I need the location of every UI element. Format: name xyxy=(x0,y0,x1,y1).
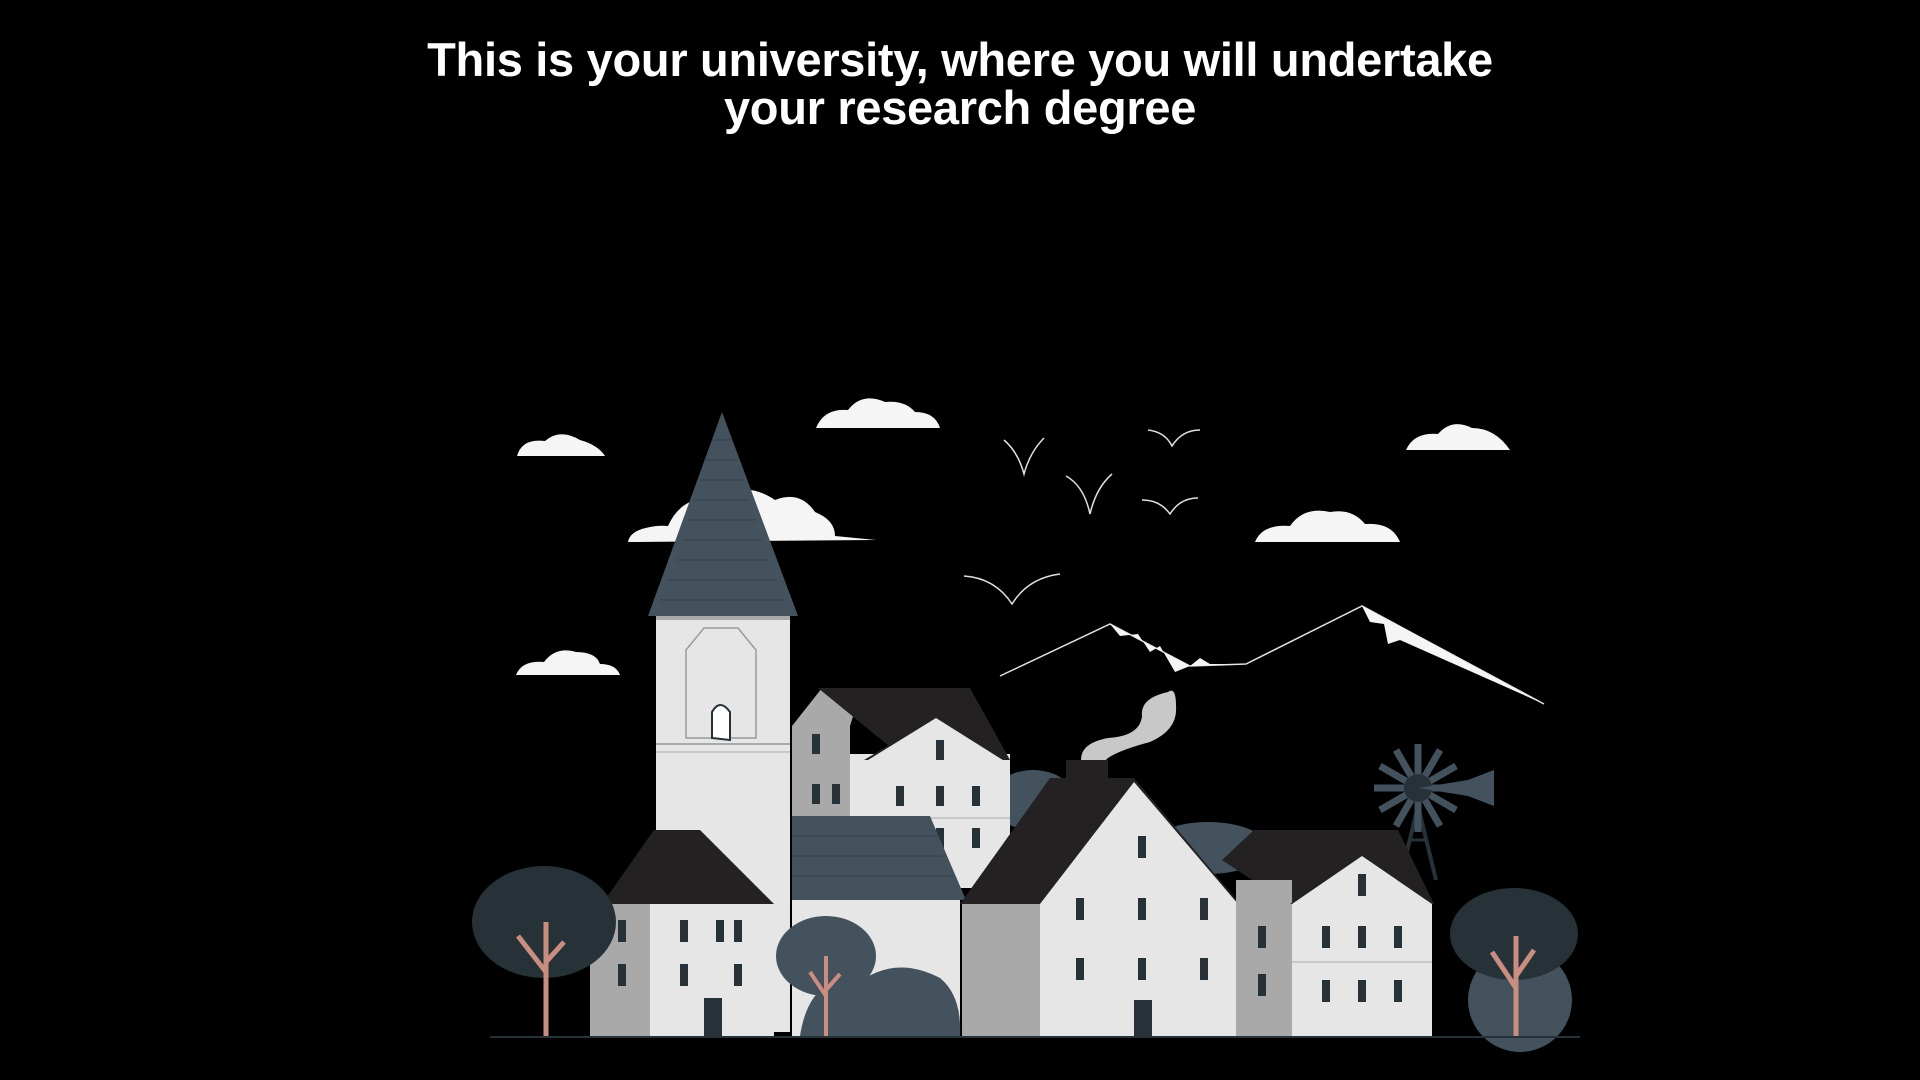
cloud-1 xyxy=(517,434,605,456)
cloud-2 xyxy=(816,398,940,428)
cloud-4 xyxy=(1406,424,1510,450)
right-house xyxy=(1222,830,1434,1038)
cloud-5 xyxy=(1255,510,1400,542)
birds xyxy=(963,429,1201,606)
village-illustration xyxy=(472,398,1580,1052)
chimney-smoke xyxy=(1081,690,1177,767)
cloud-6 xyxy=(516,650,620,675)
mountains xyxy=(999,605,1545,705)
slide-canvas: This is your university, where you will … xyxy=(0,0,1920,1080)
